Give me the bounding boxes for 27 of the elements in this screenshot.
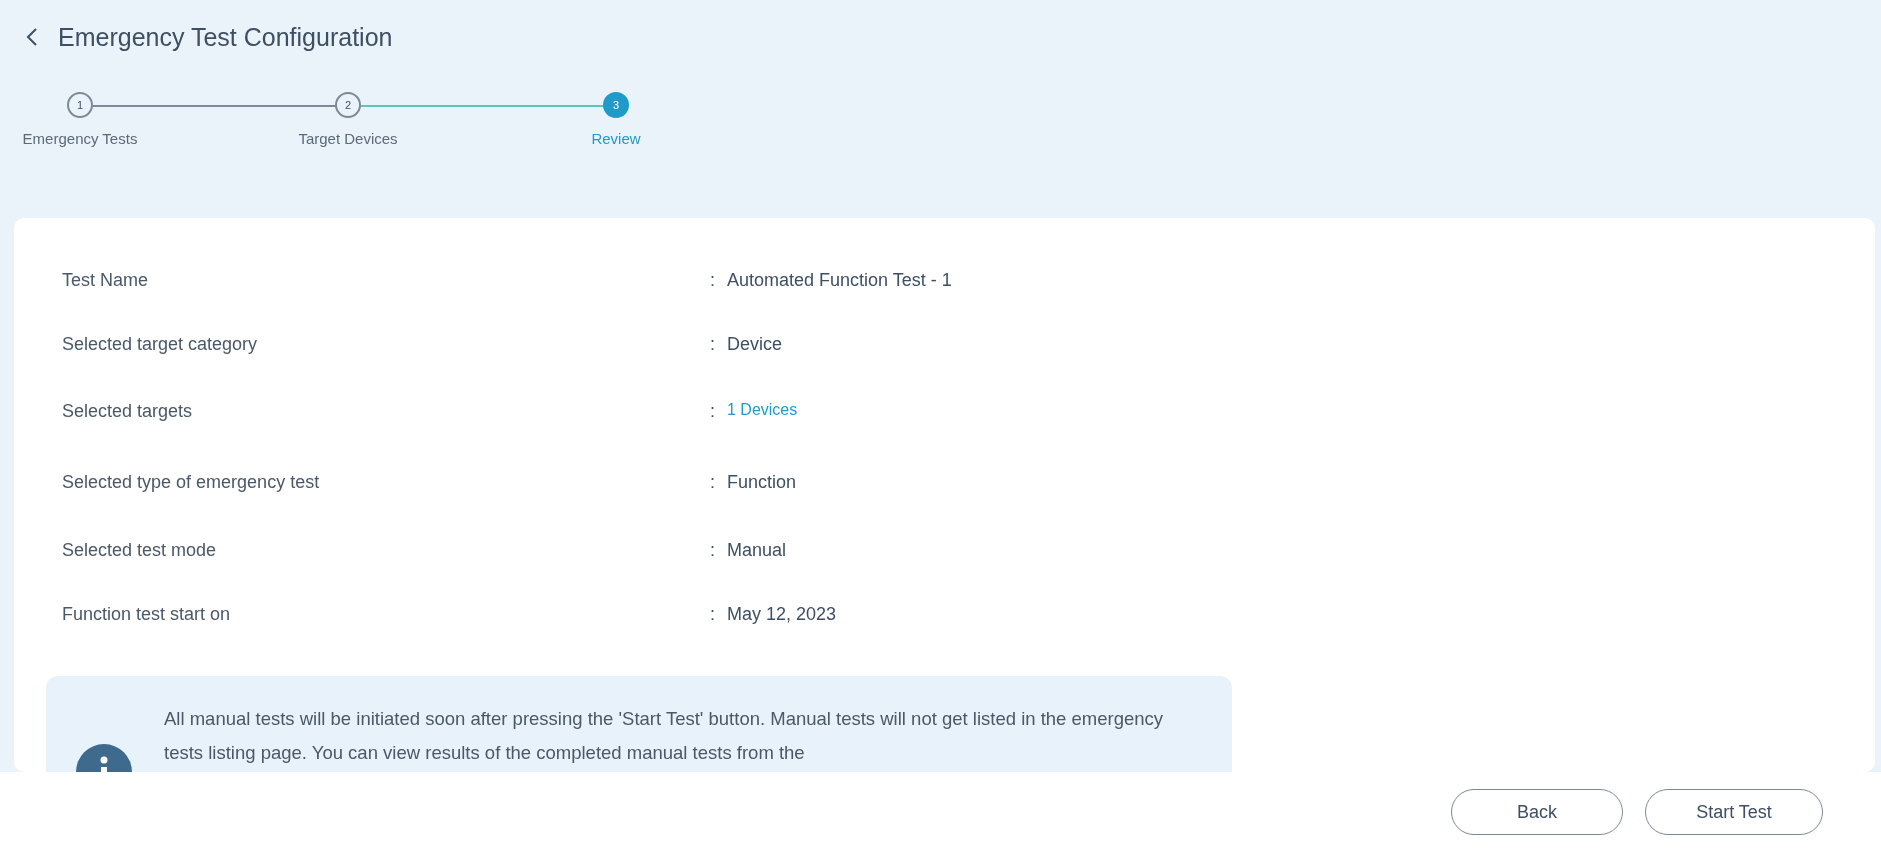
field-label: Function test start on — [61, 603, 232, 625]
info-message: All manual tests will be initiated soon after pressing the 'Start Test' button. Manual tests will not get listed in the emergency tests listing page. You can view results of the completed manual tests from the — [164, 707, 1164, 765]
field-label: Selected target category — [61, 333, 259, 355]
step-number[interactable]: 1 — [67, 92, 93, 118]
colon-separator: : — [710, 472, 715, 493]
field-label: Selected targets — [61, 401, 194, 422]
step-number[interactable]: 2 — [335, 92, 361, 118]
field-label: Selected test mode — [61, 539, 218, 561]
step-label: Target Devices — [298, 130, 398, 147]
field-label: Selected type of emergency test — [61, 472, 321, 493]
field-value: Function — [727, 472, 797, 493]
colon-separator: : — [710, 539, 715, 561]
field-value: May 12, 2023 — [727, 603, 837, 625]
action-button[interactable]: Back — [1451, 789, 1623, 835]
field-label: Test Name — [61, 269, 150, 291]
colon-separator: : — [710, 603, 715, 625]
field-value: Automated Function Test - 1 — [727, 269, 952, 291]
colon-separator: : — [710, 269, 715, 291]
back-icon[interactable] — [26, 27, 38, 47]
step-label: Emergency Tests — [22, 130, 138, 147]
step-label: Review — [591, 130, 641, 147]
field-value: Manual — [727, 539, 787, 561]
action-button[interactable]: Start Test — [1645, 789, 1823, 835]
page-title: Emergency Test Configuration — [58, 22, 393, 52]
colon-separator: : — [710, 333, 715, 355]
colon-separator: : — [710, 401, 715, 422]
field-value: Device — [727, 333, 783, 355]
